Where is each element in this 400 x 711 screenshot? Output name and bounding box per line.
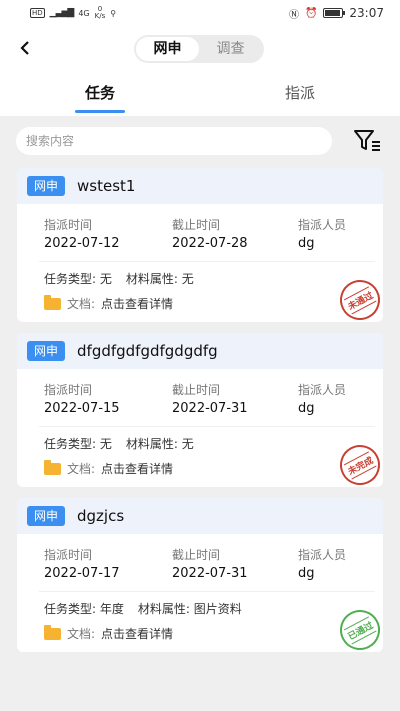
divider: [39, 591, 375, 592]
assignee-label: 指派人员: [298, 218, 347, 232]
assign-time-value: 2022-07-17: [44, 566, 120, 581]
task-card[interactable]: 网申 dgzjcs 指派时间 截止时间 指派人员 2022-07-17 2022…: [17, 498, 383, 652]
task-type-value: 无: [99, 437, 112, 451]
assign-time-value: 2022-07-12: [44, 236, 120, 251]
clock: 23:07: [349, 6, 384, 20]
segment-wangshen[interactable]: 网申: [136, 37, 199, 61]
status-stamp: 已通过: [332, 602, 383, 652]
assignee-value: dg: [298, 236, 315, 251]
task-title: dfgdfgdfgdfgdgdfg: [77, 342, 218, 360]
back-button[interactable]: [14, 34, 38, 62]
status-stamp-text: 未通过: [344, 286, 376, 314]
type-badge: 网申: [27, 506, 66, 526]
nfc-icon: Ⓝ: [288, 9, 299, 21]
status-stamp-text: 未完成: [344, 451, 376, 479]
doc-row[interactable]: 文档: 点击查看详情: [44, 294, 173, 312]
task-card[interactable]: 网申 dfgdfgdfgdfgdgdfg 指派时间 截止时间 指派人员 2022…: [17, 333, 383, 487]
assign-time-value: 2022-07-15: [44, 401, 120, 416]
task-attributes: 任务类型: 无 材料属性: 无: [44, 270, 194, 287]
assign-time-label: 指派时间: [44, 548, 93, 562]
divider: [39, 261, 375, 262]
assign-time-label: 指派时间: [44, 383, 93, 397]
task-attributes: 任务类型: 无 材料属性: 无: [44, 435, 194, 452]
doc-label: 文档:: [67, 297, 96, 311]
tab-bar: 任务 指派: [0, 72, 400, 116]
folder-icon: [44, 459, 61, 475]
doc-row[interactable]: 文档: 点击查看详情: [44, 459, 173, 477]
segment-diaocha[interactable]: 调查: [199, 37, 262, 61]
folder-icon: [44, 624, 61, 640]
status-bar: HD ▁▃▅▇ 4G 0 K/s ⚲ Ⓝ ⏰ 23:07: [0, 0, 400, 26]
deadline-label: 截止时间: [172, 548, 221, 562]
task-type-label: 任务类型:: [44, 272, 97, 286]
network-type: 4G: [78, 8, 90, 18]
status-stamp-text: 已通过: [344, 616, 376, 644]
deadline-label: 截止时间: [172, 383, 221, 397]
search-input[interactable]: [16, 127, 332, 155]
material-attr-label: 材料属性:: [125, 437, 178, 451]
doc-label: 文档:: [67, 627, 96, 641]
deadline-value: 2022-07-31: [172, 401, 248, 416]
status-stamp: 未通过: [332, 272, 383, 322]
task-card[interactable]: 网申 wstest1 指派时间 截止时间 指派人员 2022-07-12 202…: [17, 168, 383, 322]
assign-time-label: 指派时间: [44, 218, 93, 232]
task-type-label: 任务类型:: [44, 602, 97, 616]
tab-task[interactable]: 任务: [60, 82, 140, 103]
task-title: dgzjcs: [77, 507, 125, 525]
filter-icon[interactable]: [352, 128, 382, 154]
deadline-value: 2022-07-31: [172, 566, 248, 581]
signal-icon: ▁▃▅▇: [49, 8, 75, 18]
task-type-label: 任务类型:: [44, 437, 97, 451]
assignee-label: 指派人员: [298, 383, 347, 397]
deadline-label: 截止时间: [172, 218, 221, 232]
doc-row[interactable]: 文档: 点击查看详情: [44, 624, 173, 642]
hd-icon: HD: [30, 8, 45, 18]
material-attr-label: 材料属性:: [137, 602, 190, 616]
tab-assign[interactable]: 指派: [260, 82, 340, 103]
folder-icon: [44, 294, 61, 310]
task-type-value: 年度: [99, 602, 124, 616]
top-nav: 网申 调查: [0, 26, 400, 72]
material-attr-label: 材料属性:: [125, 272, 178, 286]
material-attr-value: 图片资料: [193, 602, 242, 616]
doc-label: 文档:: [67, 462, 96, 476]
assignee-value: dg: [298, 566, 315, 581]
doc-link[interactable]: 点击查看详情: [101, 460, 173, 477]
segment-switch: 网申 调查: [134, 35, 264, 63]
assignee-value: dg: [298, 401, 315, 416]
assignee-label: 指派人员: [298, 548, 347, 562]
divider: [39, 426, 375, 427]
status-stamp: 未完成: [332, 437, 383, 487]
material-attr-value: 无: [181, 437, 194, 451]
doc-link[interactable]: 点击查看详情: [101, 295, 173, 312]
task-type-value: 无: [99, 272, 112, 286]
usb-icon: ⚲: [110, 8, 117, 18]
tab-underline: [75, 110, 125, 113]
type-badge: 网申: [27, 176, 66, 196]
deadline-value: 2022-07-28: [172, 236, 248, 251]
doc-link[interactable]: 点击查看详情: [101, 625, 173, 642]
alarm-icon: ⏰: [304, 7, 318, 19]
type-badge: 网申: [27, 341, 66, 361]
task-title: wstest1: [77, 177, 136, 195]
battery-icon: [323, 8, 346, 18]
material-attr-value: 无: [181, 272, 194, 286]
task-attributes: 任务类型: 年度 材料属性: 图片资料: [44, 600, 242, 617]
chevron-left-icon: [20, 41, 29, 55]
network-speed: 0 K/s: [94, 5, 106, 20]
